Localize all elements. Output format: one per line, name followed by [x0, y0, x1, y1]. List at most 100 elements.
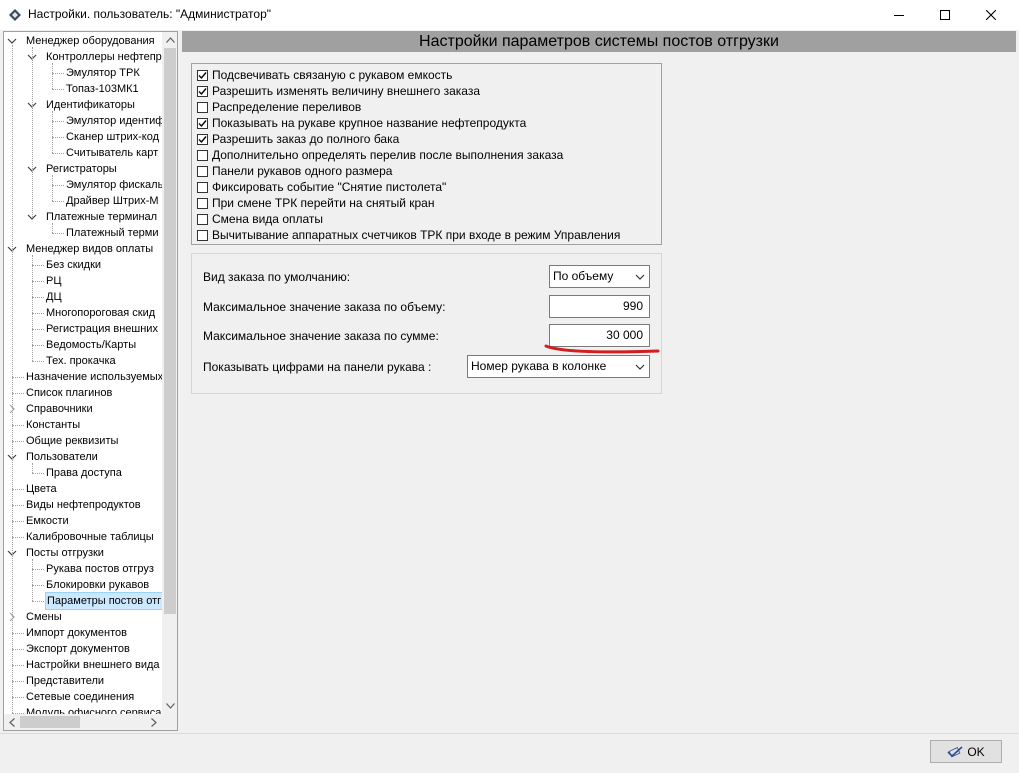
tree-item[interactable]: Экспорт документов — [4, 641, 162, 657]
tree-item[interactable]: Емкости — [4, 513, 162, 529]
tree-item[interactable]: Платежные терминал — [4, 209, 162, 225]
option-checkbox[interactable] — [197, 149, 208, 161]
tree-item[interactable]: Контроллеры нефтепр — [4, 49, 162, 65]
tree-item[interactable]: Сетевые соединения — [4, 689, 162, 705]
scroll-right-button[interactable] — [146, 714, 162, 730]
maximize-button[interactable] — [922, 0, 968, 30]
tree-item[interactable]: Список плагинов — [4, 385, 162, 401]
option-checkbox[interactable] — [197, 213, 208, 225]
horizontal-scroll-thumb[interactable] — [20, 716, 80, 728]
tree-item[interactable]: Многопороговая скид — [4, 305, 162, 321]
option-checkbox-row[interactable]: Разрешить заказ до полного бака — [197, 131, 399, 147]
tree-connector — [12, 649, 24, 650]
scroll-left-button[interactable] — [4, 714, 20, 730]
tree-item[interactable]: Блокировки рукавов — [4, 577, 162, 593]
tree-item[interactable]: Топаз-103МК1 — [4, 81, 162, 97]
tree-item[interactable]: Платежный терми — [4, 225, 162, 241]
tree-item[interactable]: Параметры постов отг — [4, 592, 162, 610]
tree-item[interactable]: Константы — [4, 417, 162, 433]
tree-item[interactable]: Регистраторы — [4, 161, 162, 177]
tree-item[interactable]: Посты отгрузки — [4, 545, 162, 561]
tree-item[interactable]: Сканер штрих-код — [4, 129, 162, 145]
tree-item[interactable]: Калибровочные таблицы — [4, 529, 162, 545]
tree-item-label: Регистрация внешних — [46, 323, 158, 335]
option-checkbox-row[interactable]: Показывать на рукаве крупное название не… — [197, 115, 526, 131]
tree-connector — [32, 361, 44, 362]
option-checkbox-row[interactable]: Разрешить изменять величину внешнего зак… — [197, 83, 480, 99]
tree-item[interactable]: Регистрация внешних — [4, 321, 162, 337]
option-checkbox[interactable] — [197, 181, 208, 193]
scroll-up-button[interactable] — [162, 32, 177, 48]
tree-item[interactable]: Общие реквизиты — [4, 433, 162, 449]
tree-item[interactable]: Права доступа — [4, 465, 162, 481]
tree-item[interactable]: Ведомость/Карты — [4, 337, 162, 353]
option-checkbox[interactable] — [197, 197, 208, 209]
option-checkbox-row[interactable]: Дополнительно определять перелив после в… — [197, 147, 563, 163]
checkmark-icon — [198, 87, 207, 95]
tree-item[interactable]: Настройки внешнего вида — [4, 657, 162, 673]
ok-button[interactable]: OK — [930, 740, 1002, 763]
option-checkbox[interactable] — [197, 101, 208, 113]
option-checkbox[interactable] — [197, 133, 208, 145]
tree-connector — [12, 665, 24, 666]
tree-item[interactable]: Справочники — [4, 401, 162, 417]
max-volume-input[interactable]: 990 — [549, 295, 650, 318]
chevron-down-icon — [635, 274, 645, 280]
option-checkbox-row[interactable]: Распределение переливов — [197, 99, 361, 115]
chevron-right-icon — [151, 717, 157, 727]
tree-connector — [52, 175, 53, 201]
tree-item[interactable]: Импорт документов — [4, 625, 162, 641]
tree-item[interactable]: Без скидки — [4, 257, 162, 273]
option-checkbox[interactable] — [197, 85, 208, 97]
option-checkbox-row[interactable]: Смена вида оплаты — [197, 211, 323, 227]
tree-item[interactable]: Эмулятор ТРК — [4, 65, 162, 81]
tree-item[interactable]: РЦ — [4, 273, 162, 289]
option-checkbox-row[interactable]: При смене ТРК перейти на снятый кран — [197, 195, 434, 211]
tree-item[interactable]: Назначение используемых — [4, 369, 162, 385]
option-checkbox-row[interactable]: Панели рукавов одного размера — [197, 163, 392, 179]
tree-vertical-scrollbar[interactable] — [162, 32, 177, 714]
digits-display-select[interactable]: Номер рукава в колонке — [467, 355, 650, 378]
tree-item[interactable]: Считыватель карт — [4, 145, 162, 161]
option-checkbox-row[interactable]: Подсвечивать связаную с рукавом емкость — [197, 67, 452, 83]
scroll-down-button[interactable] — [162, 698, 177, 714]
minimize-button[interactable] — [876, 0, 922, 30]
tree-connector — [32, 47, 33, 217]
tree-item[interactable]: Представители — [4, 673, 162, 689]
option-checkbox-row[interactable]: Фиксировать событие "Снятие пистолета" — [197, 179, 446, 195]
settings-tree[interactable]: Менеджер оборудования Контроллеры нефтепр… — [3, 31, 178, 731]
tree-connector — [32, 601, 44, 602]
tree-connector — [52, 223, 53, 233]
option-checkbox[interactable] — [197, 117, 208, 129]
close-button[interactable] — [968, 0, 1014, 30]
vertical-scroll-thumb[interactable] — [164, 48, 176, 614]
option-checkbox-row[interactable]: Вычитывание аппаратных счетчиков ТРК при… — [197, 227, 620, 243]
tree-item[interactable]: Тех. прокачка — [4, 353, 162, 369]
tree-item[interactable]: Менеджер видов оплаты — [4, 241, 162, 257]
option-checkbox[interactable] — [197, 69, 208, 81]
highlight-underline — [544, 344, 660, 354]
tree-item[interactable]: Рукава постов отгруз — [4, 561, 162, 577]
tree-item[interactable]: Виды нефтепродуктов — [4, 497, 162, 513]
tree-item[interactable]: ДЦ — [4, 289, 162, 305]
tree-item[interactable]: Менеджер оборудования — [4, 33, 162, 49]
tree-connector — [12, 377, 24, 378]
order-type-select[interactable]: По объему — [549, 265, 650, 288]
tree-item-label: Константы — [26, 419, 81, 431]
tree-item[interactable]: Эмулятор фискаль — [4, 177, 162, 193]
app-logo-icon — [9, 9, 21, 21]
tree-horizontal-scrollbar[interactable] — [4, 714, 162, 730]
option-checkbox[interactable] — [197, 229, 208, 241]
option-checkbox[interactable] — [197, 165, 208, 177]
tree-connector — [52, 137, 64, 138]
tree-item[interactable]: Драйвер Штрих-М — [4, 193, 162, 209]
tree-connector — [12, 489, 24, 490]
tree-item[interactable]: Пользователи — [4, 449, 162, 465]
tree-item[interactable]: Смены — [4, 609, 162, 625]
tree-item[interactable]: Идентификаторы — [4, 97, 162, 113]
tree-item[interactable]: Эмулятор идентиф — [4, 113, 162, 129]
tree-item-label: Топаз-103МК1 — [66, 83, 139, 95]
tree-item-label: Менеджер оборудования — [26, 35, 155, 47]
tree-item[interactable]: Модуль офисного сервиса — [4, 705, 162, 714]
tree-item[interactable]: Цвета — [4, 481, 162, 497]
